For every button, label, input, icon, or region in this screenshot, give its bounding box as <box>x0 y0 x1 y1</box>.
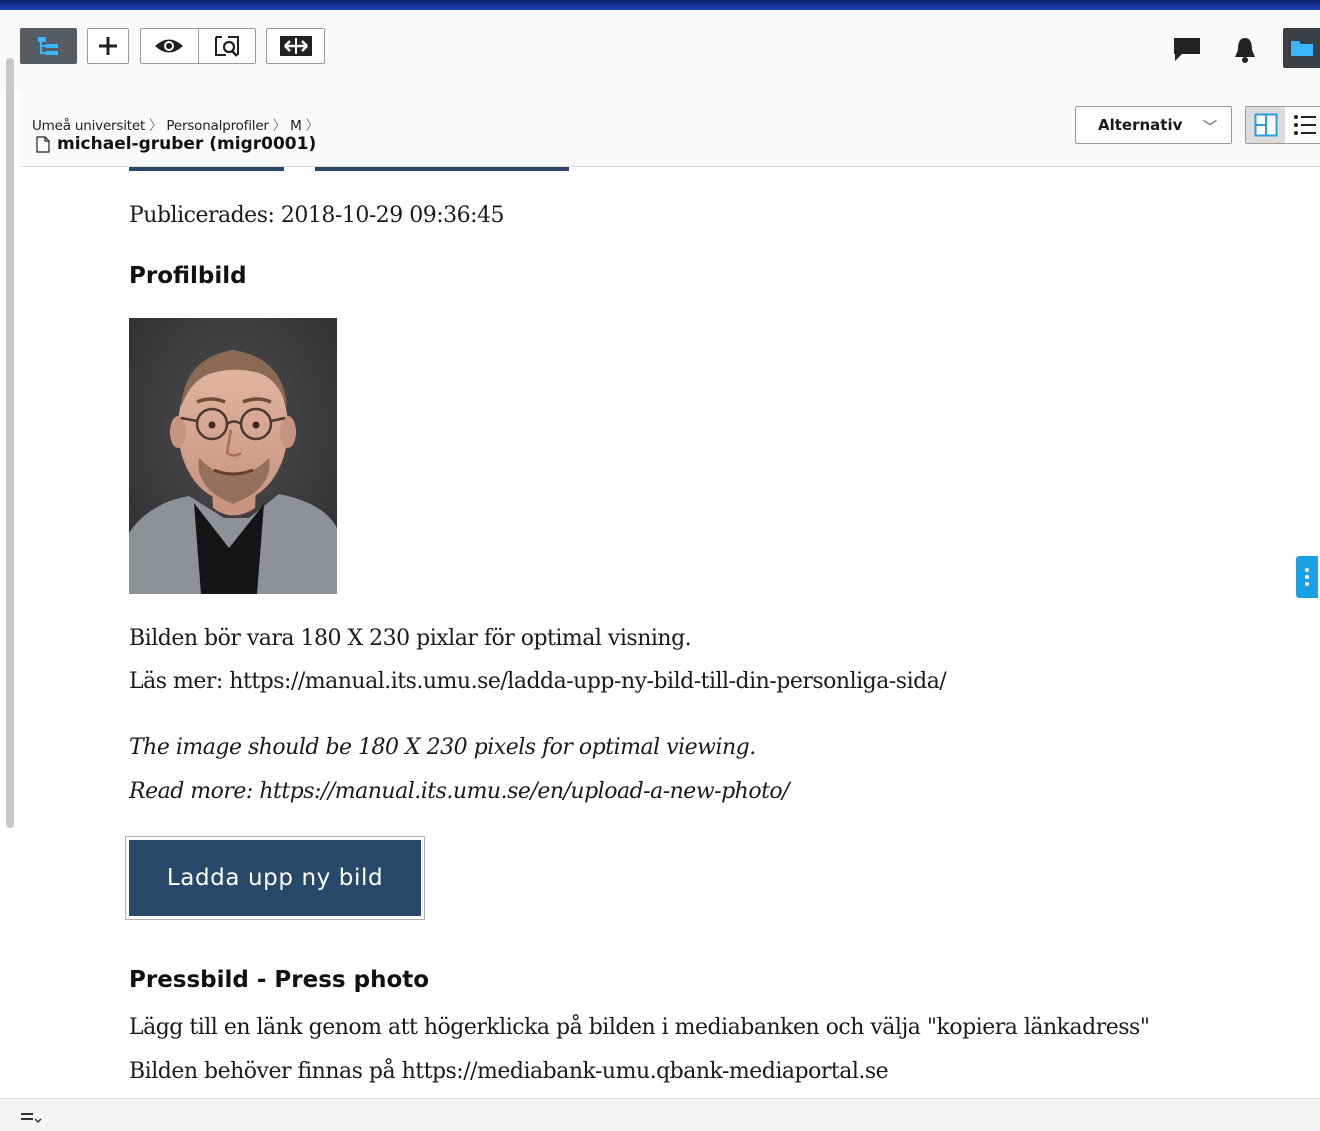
page-header: Umeå universitet 〉 Personalprofiler 〉 M 〉 mic… <box>20 90 1320 167</box>
breadcrumb-item[interactable]: Umeå universitet <box>32 118 145 134</box>
document-icon <box>36 135 50 153</box>
new-page-button[interactable] <box>87 28 129 64</box>
chevron-down-icon: ﹀ <box>1203 120 1217 136</box>
view-button[interactable] <box>141 29 199 63</box>
options-select-label: Alternativ <box>1098 116 1183 134</box>
chevron-right-icon: 〉 <box>149 118 163 134</box>
breadcrumb: Umeå universitet 〉 Personalprofiler 〉 M 〉 <box>32 114 323 134</box>
breadcrumb-item[interactable]: M <box>290 118 302 134</box>
comments-button[interactable] <box>1172 36 1202 66</box>
view-button-group <box>140 28 256 64</box>
notifications-button[interactable] <box>1231 36 1259 68</box>
profile-heading: Profilbild <box>129 263 247 289</box>
breadcrumb-item[interactable]: Personalprofiler <box>166 118 269 134</box>
image-size-info-sv: Bilden bör vara 180 X 230 pixlar för opt… <box>129 626 692 651</box>
compare-icon <box>279 36 312 56</box>
files-button[interactable] <box>1283 28 1320 68</box>
press-photo-instructions: Lägg till en länk genom att högerklicka … <box>129 1015 1150 1040</box>
page-preview: Publicerades: 2018-10-29 09:36:45 Profil… <box>20 167 1320 1098</box>
press-photo-heading: Pressbild - Press photo <box>129 967 430 993</box>
menu-collapse-icon[interactable] <box>20 1111 42 1125</box>
read-more-sv: Läs mer: https://manual.its.umu.se/ladda… <box>129 669 947 694</box>
compare-button[interactable] <box>266 28 325 64</box>
tree-icon <box>37 37 58 55</box>
dot <box>1305 575 1309 579</box>
bottom-bar <box>0 1098 1320 1131</box>
left-scrollbar[interactable] <box>6 58 14 828</box>
plus-icon <box>99 37 117 55</box>
press-photo-source: Bilden behöver finnas på https://mediaba… <box>129 1059 889 1084</box>
chevron-right-icon: 〉 <box>272 118 287 134</box>
comment-icon <box>1174 38 1200 61</box>
chevron-right-icon: 〉 <box>305 118 320 134</box>
top-stripe <box>0 0 1320 10</box>
image-size-info-en: The image should be 180 X 230 pixels for… <box>129 735 756 760</box>
eye-icon <box>155 39 184 53</box>
options-select[interactable]: Alternativ ﹀ <box>1075 106 1232 144</box>
page-title: michael-gruber (migr0001) <box>36 134 316 154</box>
split-view-button[interactable] <box>1246 107 1285 143</box>
split-view-icon <box>1254 113 1277 137</box>
bell-icon <box>1235 38 1255 63</box>
profile-photo <box>129 318 337 594</box>
structure-tree-button[interactable] <box>20 28 77 64</box>
view-mode-toggle <box>1245 106 1320 144</box>
dot <box>1305 582 1309 586</box>
tab-underline <box>129 167 284 171</box>
tab-underline <box>315 167 569 171</box>
read-more-en: Read more: https://manual.its.umu.se/en/… <box>129 779 790 804</box>
list-view-icon <box>1293 115 1316 135</box>
list-view-button[interactable] <box>1285 107 1320 143</box>
upload-photo-button[interactable]: Ladda upp ny bild <box>129 840 421 916</box>
folder-icon <box>1290 41 1313 56</box>
published-date: Publicerades: 2018-10-29 09:36:45 <box>129 203 505 228</box>
dot <box>1305 568 1309 572</box>
upload-photo-button-frame: Ladda upp ny bild <box>125 836 425 920</box>
preview-icon <box>214 36 239 57</box>
page-title-text: michael-gruber (migr0001) <box>57 134 317 154</box>
editor-toolbar <box>0 10 1320 90</box>
side-panel-handle[interactable] <box>1296 556 1318 598</box>
preview-button[interactable] <box>199 29 256 63</box>
